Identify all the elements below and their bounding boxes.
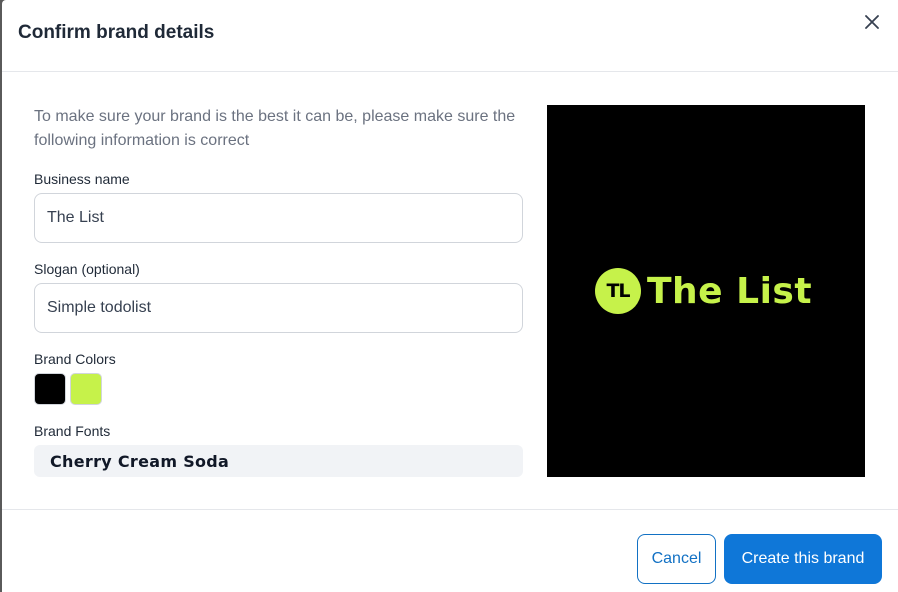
cancel-button[interactable]: Cancel	[637, 534, 716, 584]
brand-preview: TL The List	[547, 105, 865, 477]
slogan-label: Slogan (optional)	[34, 261, 140, 277]
color-swatch-lime[interactable]	[70, 373, 102, 405]
brand-font-chip[interactable]: Cherry Cream Soda	[34, 445, 523, 477]
confirm-brand-dialog: Confirm brand details To make sure your …	[2, 0, 898, 592]
logo-text: The List	[647, 270, 813, 312]
create-brand-button[interactable]: Create this brand	[724, 534, 882, 584]
brand-fonts-label: Brand Fonts	[34, 423, 111, 439]
intro-text: To make sure your brand is the best it c…	[34, 108, 516, 149]
logo-badge: TL	[595, 268, 641, 314]
close-icon[interactable]	[860, 10, 884, 34]
dialog-title: Confirm brand details	[18, 22, 215, 43]
color-swatch-black[interactable]	[34, 373, 66, 405]
brand-colors-label: Brand Colors	[34, 351, 116, 367]
business-name-input[interactable]	[34, 193, 523, 243]
dialog-header: Confirm brand details	[2, 0, 898, 72]
slogan-input[interactable]	[34, 283, 523, 333]
business-name-label: Business name	[34, 171, 130, 187]
footer-divider	[2, 509, 898, 510]
brand-logo: TL The List	[595, 268, 812, 314]
